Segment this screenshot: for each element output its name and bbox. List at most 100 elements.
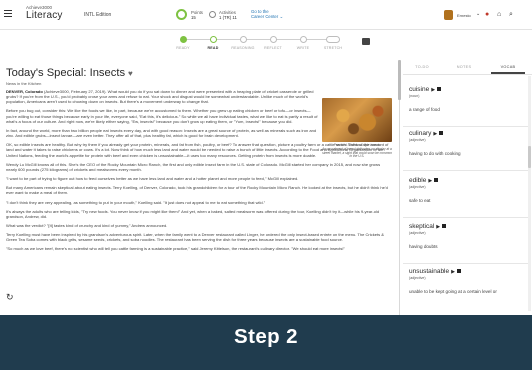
career-center-link[interactable]: Go to the Career Center ⌄	[251, 9, 283, 19]
article-paragraph: What was the verdict? "[It] tastes kind …	[6, 223, 390, 228]
side-scrollbar[interactable]	[528, 76, 531, 311]
vocab-word-text: edible	[409, 177, 427, 184]
article-paragraph: But many Americans remain skeptical abou…	[6, 185, 390, 195]
vocab-word: skeptical ▶	[409, 223, 525, 230]
step-tracker: READY READ REASONING REFLECT WRITE STRET…	[176, 33, 354, 53]
play-audio-icon[interactable]: ▶	[428, 178, 432, 184]
user-name[interactable]: Ernesto	[457, 13, 471, 18]
paragraph-text: But many Americans remain skeptical abou…	[6, 185, 388, 196]
vocab-item: culinary ▶ (adjective) having to do with co…	[403, 130, 528, 171]
step-reasoning[interactable]: REASONING	[228, 33, 258, 50]
step-stretch[interactable]: STRETCH	[318, 33, 348, 50]
article-paragraph: "I don't think they are very appealing, …	[6, 200, 390, 205]
vocab-definition: safe to eat	[409, 198, 431, 203]
vocab-divider	[403, 263, 528, 264]
article-title: Today's Special: Insects ♥	[6, 67, 392, 79]
vocab-definition: unable to be kept going at a certain lev…	[409, 289, 497, 294]
play-audio-icon[interactable]: ▶	[451, 269, 455, 275]
article-pane: Today's Special: Insects ♥ News in the Ki…	[0, 60, 398, 315]
paragraph-text: "I don't think they are very appealing, …	[6, 199, 266, 205]
avatar[interactable]	[444, 10, 453, 20]
vocab-divider	[403, 217, 528, 218]
article-paragraph: Terry Koelling must have been inspired b…	[6, 232, 390, 242]
stop-audio-icon[interactable]	[442, 224, 447, 229]
activities-icon	[209, 11, 216, 18]
side-scroll-thumb[interactable]	[528, 146, 531, 168]
stop-audio-icon[interactable]	[434, 178, 439, 183]
vocab-word: culinary ▶	[409, 130, 525, 137]
hamburger-menu-icon[interactable]	[4, 10, 12, 17]
paragraph-text: What was the verdict? "[It] tastes kind …	[6, 222, 168, 228]
vocab-item: skeptical ▶ (adjective) having doubts	[403, 223, 528, 264]
vocab-part-of-speech: (adjective)	[409, 276, 426, 280]
article-paragraph: "I want to be part of trying to figure o…	[6, 176, 390, 181]
activities-stat: Activities 1 (TR) 11	[219, 10, 237, 20]
play-audio-icon[interactable]: ▶	[436, 224, 440, 230]
paragraph-text: (Achieve3000, February 27, 2019). What w…	[6, 89, 314, 105]
points-stat: Points 15	[191, 10, 203, 20]
tab-vocab[interactable]: VOCAB	[489, 65, 527, 69]
step-dot	[239, 36, 247, 43]
vocab-word: edible ▶	[409, 177, 525, 184]
home-icon[interactable]: ⌂	[497, 11, 501, 18]
vocab-definition: a range of food	[409, 107, 440, 112]
stop-audio-icon[interactable]	[456, 269, 461, 274]
step-write[interactable]: WRITE	[288, 33, 318, 50]
step-label: REFLECT	[264, 46, 282, 50]
app-window: Achieve3000 Literacy INTL Edition Points…	[0, 0, 532, 315]
insects-photo	[322, 98, 392, 142]
step-label: WRITE	[296, 46, 310, 50]
side-tabs: TO-DO NOTES VOCAB	[403, 60, 532, 74]
tab-todo[interactable]: TO-DO	[403, 65, 441, 69]
play-audio-icon[interactable]: ▶	[433, 131, 437, 137]
refresh-icon[interactable]: ↻	[6, 292, 14, 303]
article-paragraph: DENVER, Colorado (Achieve3000, February …	[6, 89, 318, 104]
step-toggle	[326, 36, 340, 43]
search-icon[interactable]: ⌕	[509, 11, 513, 18]
play-audio-icon[interactable]: ▶	[431, 87, 435, 93]
edition-label: INTL Edition	[84, 12, 112, 18]
article-title-text: Today's Special: Insects	[6, 67, 126, 79]
step-label: STRETCH	[323, 46, 343, 50]
step-reflect[interactable]: REFLECT	[258, 33, 288, 50]
vocab-definition: having doubts	[409, 244, 438, 249]
progress-ring-icon	[176, 9, 187, 20]
vocab-divider	[403, 126, 528, 127]
points-value: 15	[191, 15, 196, 20]
paragraph-text: Terry Koelling must have been inspired b…	[6, 232, 384, 243]
notifications-icon[interactable]: ●	[485, 11, 489, 18]
vocab-part-of-speech: (adjective)	[409, 138, 426, 142]
paragraph-text: "I want to be part of trying to figure o…	[6, 176, 299, 182]
step-banner-label: Step 2	[234, 325, 298, 348]
paragraph-text: "So much as we love beef, there's no sci…	[6, 246, 345, 252]
step-read[interactable]: READ	[198, 33, 228, 50]
print-icon[interactable]	[362, 38, 370, 45]
stop-audio-icon[interactable]	[439, 131, 444, 136]
vocab-item: edible ▶ (adjective) safe to eat	[403, 177, 528, 218]
article-photo-figure: Pan-fried Southeast-style insects An ass…	[322, 98, 392, 166]
activities-value: 1 (TR) 11	[219, 15, 237, 20]
vocab-part-of-speech: (noun)	[409, 94, 420, 98]
stop-audio-icon[interactable]	[437, 87, 442, 92]
paragraph-text: In fact, around the world, more than two…	[6, 127, 317, 139]
step-ready[interactable]: READY	[168, 33, 198, 50]
app-logo[interactable]: Literacy	[26, 10, 63, 21]
vocab-part-of-speech: (adjective)	[409, 185, 426, 189]
vocab-word-text: cuisine	[409, 86, 430, 93]
paragraph-text: Before you bug out, consider this: We li…	[6, 108, 318, 124]
article-paragraph: It's always the adults who are telling k…	[6, 209, 390, 219]
step-dot	[299, 36, 307, 43]
article-scrollbar[interactable]	[398, 60, 401, 100]
chevron-down-icon: ⌄	[279, 14, 284, 19]
vocab-word: unsustainable ▶	[409, 268, 525, 275]
heart-icon[interactable]: ♥	[128, 69, 133, 78]
tab-notes[interactable]: NOTES	[445, 65, 483, 69]
vocab-item: unsustainable ▶ (adjective) unable to be ke…	[409, 268, 525, 294]
top-bar: Achieve3000 Literacy INTL Edition Points…	[0, 0, 532, 30]
article-paragraph: Before you bug out, consider this: We li…	[6, 108, 318, 123]
article-subtitle: News in the Kitchen	[6, 81, 42, 86]
step-dot	[179, 36, 187, 43]
vocab-word: cuisine ▶	[409, 86, 525, 93]
step-label: READ	[207, 46, 219, 50]
user-chevron-icon[interactable]: ⌄	[476, 11, 480, 18]
